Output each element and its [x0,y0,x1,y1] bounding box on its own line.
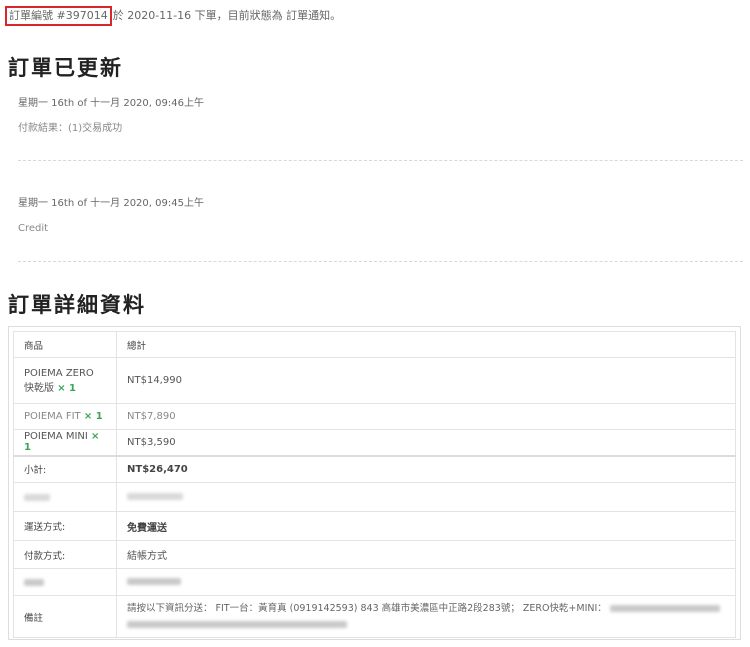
redacted-label [13,482,117,512]
shipping-label: 運送方式: [13,511,117,541]
product-qty: × 1 [83,411,103,422]
order-intro-text: 於 2020-11-16 下單，目前狀態為 訂單通知。 [112,9,342,22]
product-cell: POIEMA ZERO 快乾版 × 1 [13,357,117,404]
note-date: 星期一 16th of 十一月 2020, 09:45上午 [18,198,204,209]
table-header-row: 商品 總計 [13,331,736,358]
note-text: 付款結果：(1)交易成功 [18,123,123,134]
payment-value: 結帳方式 [116,540,736,569]
product-total: NT$14,990 [116,357,736,404]
note-date: 星期一 16th of 十一月 2020, 09:46上午 [18,98,204,109]
note-value-cell: 請按以下資訊分送： FIT一台：黃育真 (0919142593) 843 高雄市… [116,595,736,638]
shipping-value: 免費運送 [116,511,736,541]
note-divider [18,160,743,161]
note-label: 備註 [13,595,117,638]
total-value-blur [127,578,181,585]
note-row: 備註 請按以下資訊分送： FIT一台：黃育真 (0919142593) 843 … [13,595,736,638]
redacted-row [13,482,736,512]
note-redacted-blur [127,620,347,628]
product-name: POIEMA MINI [24,431,88,443]
product-cell: POIEMA FIT × 1 [13,403,117,430]
product-cell: POIEMA MINI × 1 [13,429,117,456]
product-total: NT$3,590 [116,429,736,456]
note-text: Credit [18,223,49,234]
table-row: POIEMA MINI × 1 NT$3,590 [13,429,736,456]
table-row: POIEMA ZERO 快乾版 × 1 NT$14,990 [13,357,736,404]
subtotal-label: 小計: [13,454,117,483]
total-label-blur [24,578,44,586]
details-heading: 訂單詳細資料 [8,293,146,317]
total-row [13,568,736,596]
table-row: POIEMA FIT × 1 NT$7,890 [13,403,736,430]
updates-heading: 訂單已更新 [8,56,123,80]
product-qty: × 1 [57,382,77,394]
redacted-value [116,482,736,512]
subtotal-row: 小計: NT$26,470 [13,454,736,483]
payment-label: 付款方式: [13,540,117,569]
total-label [13,568,117,596]
note-divider [18,261,743,262]
redacted-label-blur [24,493,50,501]
column-header-total: 總計 [116,331,736,358]
redacted-value-blur [127,493,183,500]
note-redacted-blur [609,604,720,612]
order-details-table: 商品 總計 POIEMA ZERO 快乾版 × 1 NT$14,990 POIE… [13,331,736,638]
column-header-product: 商品 [13,331,117,358]
product-total: NT$7,890 [116,403,736,430]
total-value [116,568,736,596]
note-value: 請按以下資訊分送： FIT一台：黃育真 (0919142593) 843 高雄市… [127,602,607,614]
subtotal-value: NT$26,470 [116,454,736,483]
payment-row: 付款方式: 結帳方式 [13,540,736,569]
shipping-row: 運送方式: 免費運送 [13,511,736,541]
order-intro: 訂單編號 #397014 於 2020-11-16 下單，目前狀態為 訂單通知。 [5,6,341,26]
product-name: POIEMA FIT [24,411,81,422]
order-details-table-wrap: 商品 總計 POIEMA ZERO 快乾版 × 1 NT$14,990 POIE… [8,326,741,640]
order-number-highlight: 訂單編號 #397014 [5,6,112,26]
